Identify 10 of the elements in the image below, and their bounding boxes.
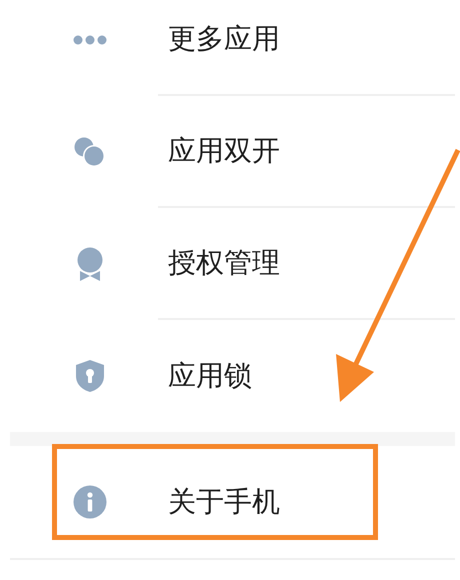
shield-lock-icon (75, 359, 105, 393)
menu-label[interactable]: 应用双开 (158, 137, 280, 165)
more-dots-icon (73, 35, 107, 45)
overlapping-circles-icon (74, 137, 106, 167)
medal-icon (77, 247, 103, 281)
menu-label[interactable]: 更多应用 (158, 25, 280, 53)
menu-label[interactable]: 关于手机 (158, 488, 280, 516)
info-icon (73, 485, 107, 519)
menu-label[interactable]: 应用锁 (158, 362, 252, 390)
menu-label[interactable]: 授权管理 (158, 249, 280, 277)
